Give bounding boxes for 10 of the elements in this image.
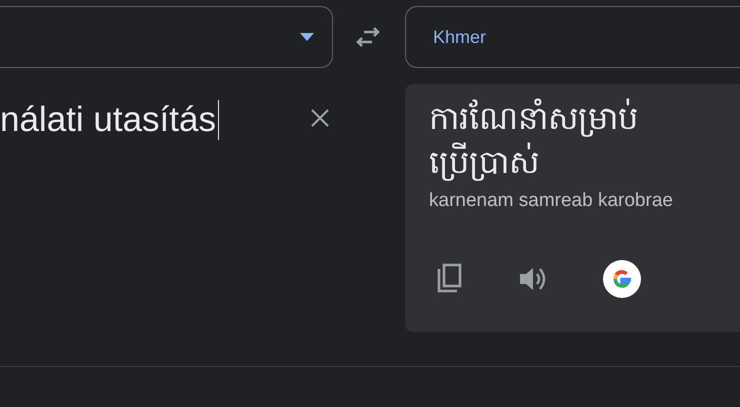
translation-text: ការណែនាំសម្រាប់ ប្រើប្រាស់ — [429, 98, 639, 183]
source-text-input[interactable]: nálati utasítás — [0, 98, 219, 142]
romanization-text: karnenam samreab karobrae — [429, 190, 674, 212]
google-logo-icon[interactable] — [603, 260, 641, 298]
target-language-dropdown[interactable]: Khmer — [405, 6, 740, 68]
clear-icon[interactable] — [310, 108, 330, 128]
swap-icon[interactable] — [354, 25, 382, 49]
source-language-dropdown[interactable] — [0, 6, 333, 68]
copy-icon[interactable] — [435, 263, 463, 295]
speaker-icon[interactable] — [518, 265, 548, 293]
